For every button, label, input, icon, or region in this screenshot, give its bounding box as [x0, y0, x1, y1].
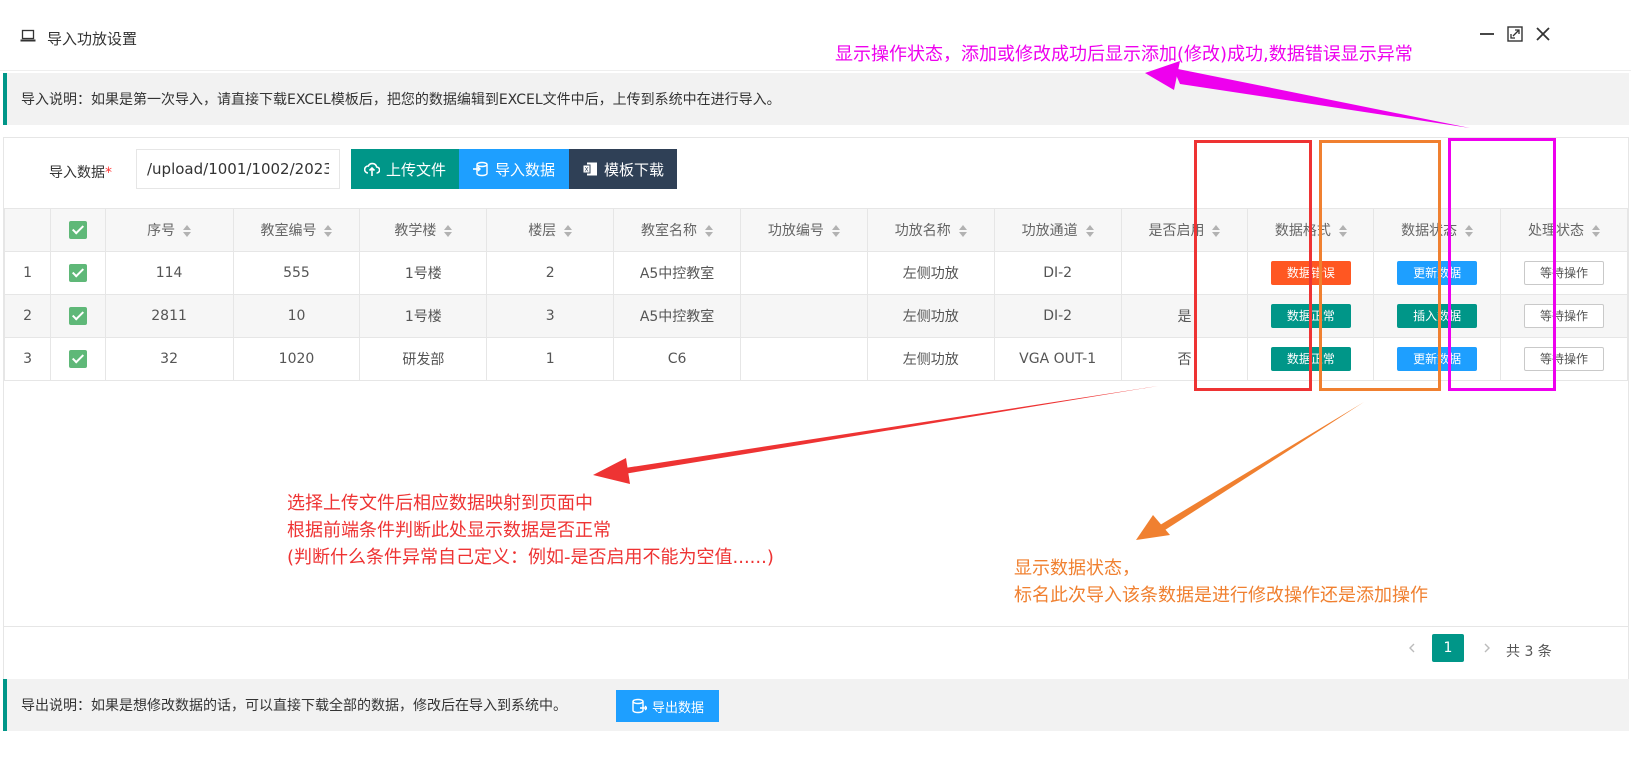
annotation-frame-process: [1448, 138, 1556, 391]
cell-floor: 1: [486, 337, 615, 381]
export-note-bar: 导出说明：如果是想修改数据的话，可以直接下载全部的数据，修改后在导入到系统中。 …: [3, 679, 1629, 731]
header-amp-no[interactable]: 功放编号: [739, 208, 868, 252]
import-data-button[interactable]: 导入数据: [459, 149, 569, 189]
row-index: 1: [3, 251, 52, 295]
header-building[interactable]: 教学楼: [359, 208, 488, 252]
export-data-button[interactable]: 导出数据: [616, 690, 719, 722]
cell-floor: 3: [486, 294, 615, 338]
row-select[interactable]: [50, 337, 106, 381]
laptop-icon: [20, 29, 36, 42]
cell-channel: DI-2: [993, 294, 1122, 338]
svg-text:X: X: [584, 167, 588, 174]
annotation-process-state: 显示操作状态，添加或修改成功后显示添加(修改)成功,数据错误显示异常: [835, 44, 1413, 65]
row-checkbox[interactable]: [68, 350, 87, 368]
annotation-status-line-2: 标名此次导入该条数据是进行修改操作还是添加操作: [1014, 585, 1428, 606]
row-checkbox[interactable]: [68, 307, 87, 325]
sort-icon[interactable]: [183, 225, 192, 237]
header-room-no[interactable]: 教室编号: [232, 208, 361, 252]
dialog-title: 导入功放设置: [47, 30, 138, 48]
cell-room-no: 555: [232, 251, 361, 295]
cell-building: 研发部: [359, 337, 488, 381]
sort-icon[interactable]: [1592, 225, 1601, 237]
annotation-frame-status: [1319, 140, 1441, 391]
cell-room-name: A5中控教室: [613, 251, 741, 295]
header-seq[interactable]: 序号: [104, 208, 234, 252]
cell-floor: 2: [486, 251, 615, 295]
page-total: 共 3 条: [1506, 644, 1552, 660]
sort-icon[interactable]: [831, 225, 840, 237]
upload-file-label: 上传文件: [385, 161, 446, 179]
header-index: [3, 208, 52, 252]
sort-icon[interactable]: [564, 225, 573, 237]
export-data-label: 导出数据: [651, 699, 704, 715]
cell-seq: 32: [104, 337, 234, 381]
page-current[interactable]: 1: [1432, 634, 1464, 662]
sort-icon[interactable]: [324, 225, 333, 237]
excel-file-icon: X: [582, 162, 597, 176]
cell-amp-no: [739, 337, 868, 381]
row-checkbox[interactable]: [68, 264, 87, 282]
row-select[interactable]: [50, 251, 106, 295]
maximize-icon[interactable]: [1505, 24, 1525, 44]
cell-channel: DI-2: [993, 251, 1122, 295]
upload-file-button[interactable]: 上传文件: [351, 149, 459, 189]
chevron-left-icon[interactable]: [1407, 643, 1417, 653]
import-data-label: 导入数据*: [49, 165, 112, 181]
header-room-name[interactable]: 教室名称: [613, 208, 741, 252]
template-download-label: 模板下载: [603, 161, 664, 179]
import-note-text: 导入说明：如果是第一次导入，请直接下载EXCEL模板后，把您的数据编辑到EXCE…: [21, 92, 781, 108]
cell-amp-name: 左侧功放: [866, 251, 995, 295]
export-note-text: 导出说明：如果是想修改数据的话，可以直接下载全部的数据，修改后在导入到系统中。: [21, 698, 567, 714]
import-note-bar: 导入说明：如果是第一次导入，请直接下载EXCEL模板后，把您的数据编辑到EXCE…: [3, 73, 1629, 125]
cell-seq: 2811: [104, 294, 234, 338]
cell-room-name: C6: [613, 337, 741, 381]
row-index: 2: [3, 294, 52, 338]
database-import-icon: [472, 161, 488, 177]
required-mark: *: [105, 165, 112, 181]
header-select-all[interactable]: [50, 208, 106, 252]
row-select[interactable]: [50, 294, 106, 338]
cell-room-no: 1020: [232, 337, 361, 381]
select-all-checkbox[interactable]: [68, 221, 87, 239]
cell-building: 1号楼: [359, 251, 488, 295]
annotation-format-line-3: (判断什么条件异常自己定义：例如-是否启用不能为空值......): [287, 547, 774, 568]
annotation-format-line-1: 选择上传文件后相应数据映射到页面中: [287, 493, 593, 514]
minimize-icon[interactable]: [1477, 24, 1497, 44]
template-download-button[interactable]: X 模板下载: [569, 149, 677, 189]
file-path-input[interactable]: [136, 149, 340, 189]
cell-room-no: 10: [232, 294, 361, 338]
cell-amp-no: [739, 294, 868, 338]
cloud-upload-icon: [363, 162, 380, 176]
row-index: 3: [3, 337, 52, 381]
sort-icon[interactable]: [705, 225, 714, 237]
cell-channel: VGA OUT-1: [993, 337, 1122, 381]
cell-amp-name: 左侧功放: [866, 294, 995, 338]
annotation-frame-format: [1194, 140, 1312, 391]
annotation-status-line-1: 显示数据状态，: [1014, 558, 1140, 579]
cell-building: 1号楼: [359, 294, 488, 338]
close-icon[interactable]: [1533, 24, 1553, 44]
sort-icon[interactable]: [444, 225, 453, 237]
header-floor[interactable]: 楼层: [486, 208, 615, 252]
cell-seq: 114: [104, 251, 234, 295]
header-amp-name[interactable]: 功放名称: [866, 208, 995, 252]
database-export-icon: [632, 698, 647, 714]
annotation-format-line-2: 根据前端条件判断此处显示数据是否正常: [287, 520, 611, 541]
sort-icon[interactable]: [1085, 225, 1094, 237]
sort-icon[interactable]: [958, 225, 967, 237]
cell-amp-no: [739, 251, 868, 295]
import-data-label-text: 导入数据: [494, 161, 555, 179]
pagination: 1 共 3 条: [4, 626, 1628, 669]
cell-room-name: A5中控教室: [613, 294, 741, 338]
chevron-right-icon[interactable]: [1482, 643, 1492, 653]
header-channel[interactable]: 功放通道: [993, 208, 1122, 252]
cell-amp-name: 左侧功放: [866, 337, 995, 381]
